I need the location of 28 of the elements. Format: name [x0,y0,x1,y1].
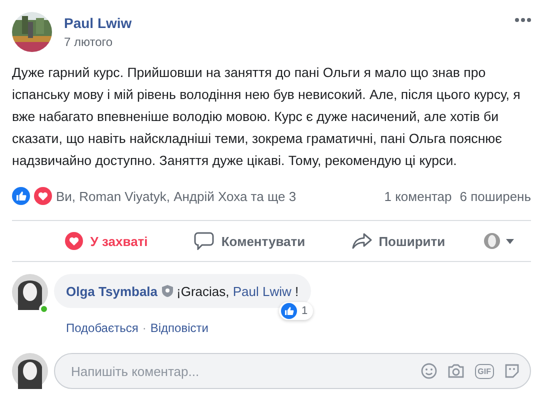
comment-icon [194,232,214,250]
avatar [12,353,48,389]
separator-dot: · [142,321,146,335]
comment-count[interactable]: 1 коментар [384,188,452,204]
post-date[interactable]: 7 лютого [64,35,503,49]
camera-icon[interactable] [446,363,465,379]
like-icon [280,303,296,319]
post-text: Дуже гарний курс. Прийшовши на заняття до пані Ольги я мало що знав про іспанську мову і мій рівень володіння нею був невисокий. Але, після цього курсу, я вже набагато впевненіше володію мовою. Курс є дуже насичений, але хотів би сказати, що навіть найскладніші теми, зокрема граматичні, пані Ольга пояснює надзвичайно доступно. Заняття дуже цікаві. Тому, рекомендую ці курси. [12,64,522,170]
reactions-summary[interactable]: Ви, Roman Viyatyk, Андрій Хоха та ще 3 [56,188,296,204]
like-count-badge[interactable]: 1 [278,302,313,320]
mention-link[interactable]: Paul Lwiw [232,284,292,298]
share-button[interactable]: Поширити [344,228,454,254]
like-link[interactable]: Подобається [66,321,138,335]
sticker-icon[interactable] [504,363,520,379]
reply-link[interactable]: Відповісти [150,321,208,335]
avatar [12,274,48,310]
audience-selector-icon[interactable] [484,233,516,249]
share-count[interactable]: 6 поширень [460,188,531,204]
comment-text: ¡Gracias, Paul Lwiw ! [176,284,299,298]
like-icon [12,187,30,205]
author-name[interactable]: Paul Lwiw [64,15,503,31]
comment-author[interactable]: Olga Tsymbala [66,284,158,298]
comment-button[interactable]: Коментувати [186,228,314,254]
share-icon [352,232,372,250]
shield-icon [162,285,173,297]
more-icon[interactable] [515,18,531,22]
smiley-icon[interactable] [420,363,437,379]
react-button[interactable]: У захваті [57,228,156,254]
